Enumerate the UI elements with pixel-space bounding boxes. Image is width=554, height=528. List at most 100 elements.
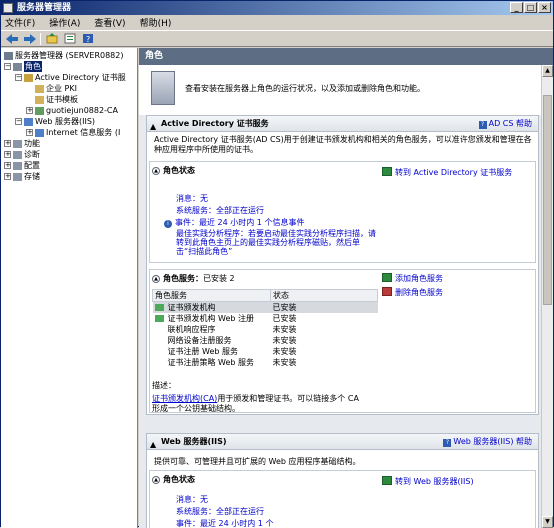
messages-label: 消息： [176,194,200,203]
menu-file[interactable]: 文件(F) [5,16,35,29]
refresh-icon[interactable] [62,32,77,45]
iis-icon [35,128,44,137]
goto-web-link[interactable]: 转到 Web 服务器(IIS) [382,476,474,487]
role-services-header[interactable]: ▲ 角色服务：已安装 2 [152,273,235,284]
tree-item-configuration[interactable]: + 配置 [4,160,40,171]
collapse-icon[interactable]: − [15,118,22,125]
col-status[interactable]: 状态 [270,289,378,302]
scroll-down-icon[interactable]: ▼ [542,516,553,528]
remove-role-services-label: 删除角色服务 [395,288,443,297]
adcs-help-link[interactable]: ? AD CS 帮助 [478,116,532,132]
ca-description-link[interactable]: 证书颁发机构(CA) [152,394,217,403]
messages-value: 无 [200,194,208,203]
table-row[interactable]: 证书注册 Web 服务 未安装 [153,346,378,357]
sysservices-row: 系统服务：全部正在运行 [176,205,264,216]
adcs-section-header[interactable]: ▲ Active Directory 证书服务 ? AD CS 帮助 [147,116,538,132]
web-help-label: Web 服务器(IIS) 帮助 [453,437,532,446]
menu-view[interactable]: 查看(V) [94,16,125,29]
service-name: 证书颁发机构 Web 注册 [167,314,255,323]
collapse-icon[interactable]: − [4,63,11,70]
expand-icon[interactable]: + [4,140,11,147]
role-services-label: 角色服务： [163,274,203,283]
up-icon[interactable] [44,32,59,45]
description-text-1: 用于颁发和管理证书。可以链接多个 CA [217,394,359,403]
storage-icon [13,172,22,181]
role-services-table: 角色服务 状态 证书颁发机构 已安装 证书颁发机构 Web 注册 已安装 联机响应程… [152,289,378,368]
tree-item-iis[interactable]: + Internet 信息服务 (I [26,127,120,138]
expand-icon[interactable]: + [4,162,11,169]
back-icon[interactable] [4,32,19,45]
vertical-scrollbar[interactable]: ▲ ▼ [541,65,553,528]
scroll-up-icon[interactable]: ▲ [542,65,553,77]
collapse-circle-icon[interactable]: ▲ [152,166,160,175]
tree-item-adcs[interactable]: − Active Directory 证书服 [15,72,126,83]
help-icon[interactable]: ? [80,32,95,45]
col-role-service[interactable]: 角色服务 [152,289,271,302]
table-row[interactable]: 证书颁发机构 Web 注册 已安装 [153,313,378,324]
table-row[interactable]: 证书注册策略 Web 服务 未安装 [153,357,378,368]
ca-icon [35,106,44,115]
tree-item-features[interactable]: + 功能 [4,138,40,149]
table-row[interactable]: 证书颁发机构 已安装 [152,301,378,313]
collapse-icon[interactable]: − [15,74,22,81]
collapse-circle-icon[interactable]: ▲ [152,274,160,283]
tree-item-root[interactable]: 服务器管理器 (SERVER0882) [4,50,123,61]
web-role-status-header[interactable]: ▲ 角色状态 [152,474,195,485]
goto-icon [382,167,392,176]
tree-item-enterprise-pki[interactable]: 企业 PKI [35,83,77,94]
web-help-link[interactable]: ? Web 服务器(IIS) 帮助 [443,434,532,450]
minimize-button[interactable]: _ [510,2,523,13]
events-row[interactable]: i 事件：最近 24 小时内 1 个信息事件 [164,217,304,228]
expand-icon[interactable]: + [4,151,11,158]
service-name: 证书注册 Web 服务 [167,347,239,356]
web-messages-label: 消息： [176,495,200,504]
expand-icon[interactable]: + [4,173,11,180]
content-area: ▲ Active Directory 证书服务 ? AD CS 帮助 Active… [139,115,541,528]
tree-item-storage[interactable]: + 存储 [4,171,40,182]
tree-item-diagnostics[interactable]: + 诊断 [4,149,40,160]
web-description: 提供可靠、可管理并且可扩展的 Web 应用程序基础结构。 [154,457,361,466]
tree-item-cert-templates[interactable]: 证书模板 [35,94,78,105]
goto-adcs-label: 转到 Active Directory 证书服务 [395,168,513,177]
tree-label-configuration: 配置 [24,161,40,170]
maximize-button[interactable]: □ [524,2,537,13]
remove-role-services-link[interactable]: 删除角色服务 [382,287,443,298]
tree-label-roles: 角色 [24,61,42,72]
service-status: 未安装 [272,347,297,356]
close-button[interactable]: × [538,2,551,13]
tree-label-web-server: Web 服务器(IIS) [35,117,96,126]
menu-bar: 文件(F) 操作(A) 查看(V) 帮助(H) [1,15,553,30]
collapse-circle-icon[interactable]: ▲ [152,475,160,484]
table-row[interactable]: 联机响应程序 未安装 [153,324,378,335]
service-status: 已安装 [272,314,297,323]
expand-icon[interactable]: + [26,129,33,136]
table-row[interactable]: 网络设备注册服务 未安装 [153,335,378,346]
role-services-count: 已安装 2 [203,274,235,283]
tree-label-diagnostics: 诊断 [24,150,40,159]
tree-item-roles[interactable]: − 角色 [4,61,42,72]
goto-adcs-link[interactable]: 转到 Active Directory 证书服务 [382,167,532,178]
forward-icon[interactable] [22,32,37,45]
title-bar[interactable]: 服务器管理器 _ □ × [1,1,553,15]
collapse-arrow-icon[interactable]: ▲ [150,119,156,135]
diagnostics-icon [13,150,22,159]
scroll-thumb[interactable] [543,95,552,305]
installed-icon [154,304,164,311]
role-status-header[interactable]: ▲ 角色状态 [152,165,195,176]
messages-row: 消息：无 [176,193,208,204]
info-icon: i [164,220,172,228]
tree-item-web-server[interactable]: − Web 服务器(IIS) [15,116,95,127]
menu-help[interactable]: 帮助(H) [140,16,172,29]
page-title: 角色 [139,48,553,65]
intro-panel: 查看安装在服务器上角色的运行状况，以及添加或删除角色和功能。 [139,65,541,115]
collapse-arrow-icon[interactable]: ▲ [150,437,156,453]
tree-label-iis: Internet 信息服务 (I [46,128,121,137]
menu-action[interactable]: 操作(A) [49,16,80,29]
add-role-services-link[interactable]: 添加角色服务 [382,273,443,284]
tree-item-ca[interactable]: + guotiejun0882-CA [26,105,118,116]
expand-icon[interactable]: + [26,107,33,114]
sysservices-label: 系统服务： [176,206,216,215]
service-status: 未安装 [272,358,297,367]
adcs-section: ▲ Active Directory 证书服务 ? AD CS 帮助 Active… [146,115,539,415]
web-section-header[interactable]: ▲ Web 服务器(IIS) ? Web 服务器(IIS) 帮助 [147,434,538,450]
